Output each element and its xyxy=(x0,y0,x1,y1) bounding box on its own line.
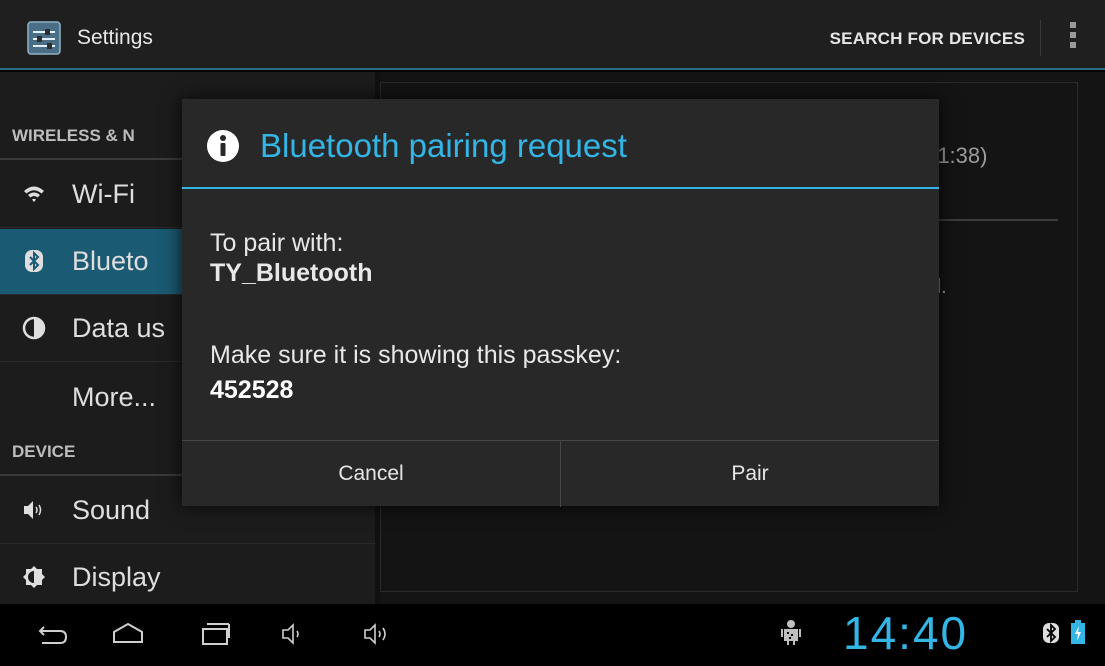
sidebar-item-label: More... xyxy=(72,382,157,412)
bluetooth-pairing-dialog: Bluetooth pairing request To pair with: … xyxy=(182,99,939,507)
battery-charging-icon[interactable] xyxy=(1071,620,1085,644)
pair-with-label: To pair with: xyxy=(210,229,344,257)
android-debug-icon[interactable] xyxy=(781,619,801,645)
passkey-prompt: Make sure it is showing this passkey: xyxy=(210,341,622,369)
sidebar-item-label: Data us xyxy=(72,313,166,343)
sidebar-item-label: Display xyxy=(72,562,161,592)
pair-button[interactable]: Pair xyxy=(561,441,939,507)
home-icon[interactable] xyxy=(111,620,145,646)
bluetooth-icon xyxy=(25,250,43,272)
sound-icon xyxy=(24,501,42,519)
data-usage-icon xyxy=(22,316,46,340)
passkey-value: 452528 xyxy=(210,376,294,404)
sidebar-item-label: Wi-Fi xyxy=(72,179,135,209)
volume-up-icon[interactable] xyxy=(362,621,396,647)
device-name: TY_Bluetooth xyxy=(210,259,373,287)
dialog-title: Bluetooth pairing request xyxy=(260,127,627,164)
overflow-menu-icon[interactable] xyxy=(1068,22,1078,56)
sidebar-item-display[interactable]: Display xyxy=(0,545,375,605)
wifi-icon xyxy=(24,186,44,202)
recent-apps-icon[interactable] xyxy=(199,620,233,646)
volume-down-icon[interactable] xyxy=(280,621,306,647)
dialog-message: To pair with: TY_Bluetooth xyxy=(210,228,373,288)
cancel-button[interactable]: Cancel xyxy=(182,441,560,507)
settings-icon[interactable] xyxy=(27,21,61,55)
status-clock[interactable]: 14:40 xyxy=(843,606,968,660)
detail-divider xyxy=(925,219,1058,221)
action-bar: Settings SEARCH FOR DEVICES xyxy=(0,0,1105,70)
info-icon xyxy=(207,130,239,162)
app-title[interactable]: Settings xyxy=(77,26,153,50)
dialog-button-bar: Cancel Pair xyxy=(182,440,939,507)
back-icon[interactable] xyxy=(36,621,70,647)
display-icon xyxy=(23,566,45,588)
dialog-title-bar: Bluetooth pairing request xyxy=(182,99,939,189)
bluetooth-status-icon[interactable] xyxy=(1042,622,1060,644)
sidebar-item-label: Sound xyxy=(72,495,151,525)
search-for-devices-button[interactable]: SEARCH FOR DEVICES xyxy=(830,29,1025,49)
sidebar-item-label: Blueto xyxy=(72,246,149,276)
actionbar-divider xyxy=(1040,20,1041,56)
